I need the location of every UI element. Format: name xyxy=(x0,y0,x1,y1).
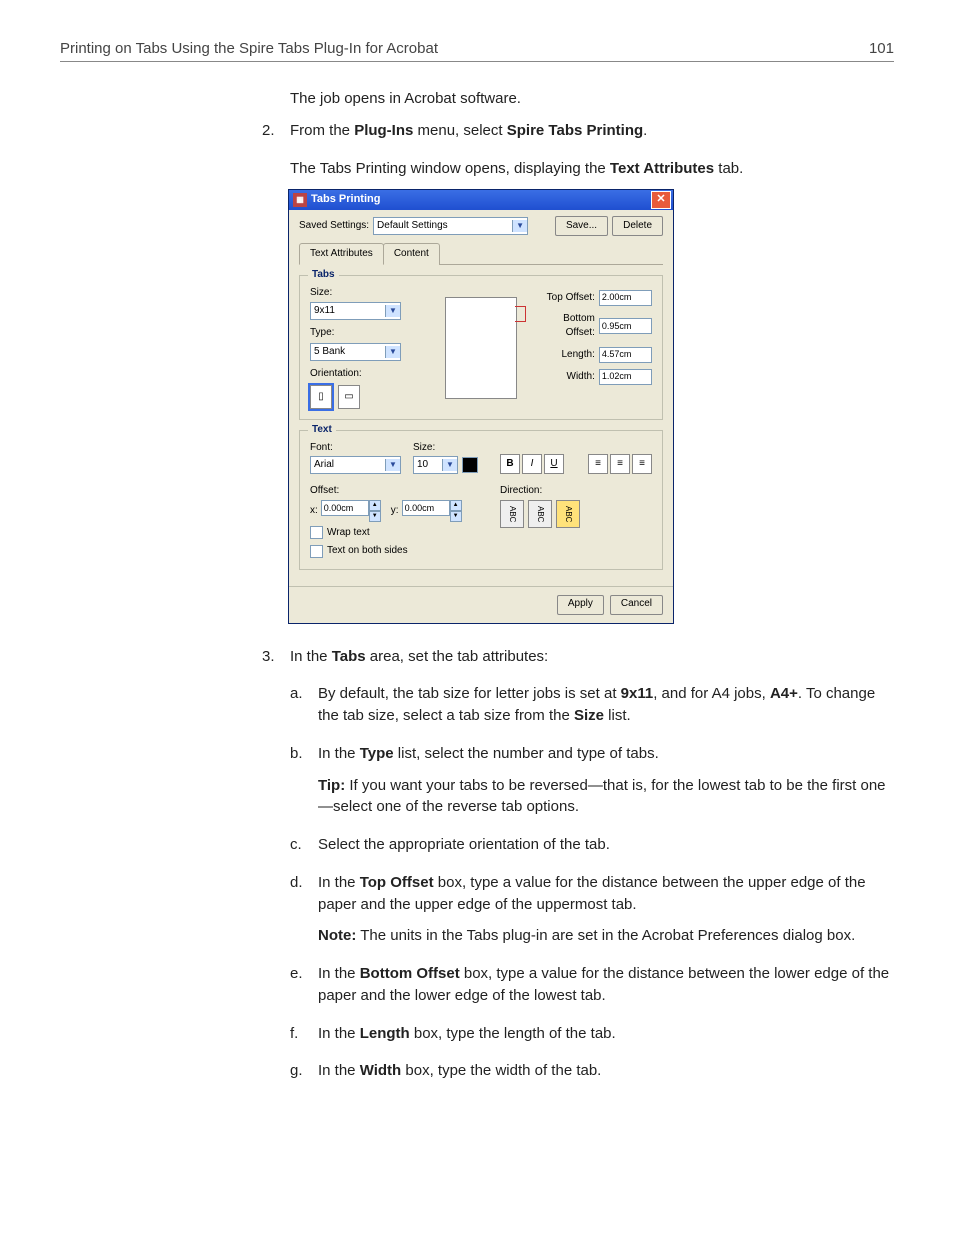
align-left-button[interactable]: ≡ xyxy=(588,454,608,474)
step-2-text: From the Plug-Ins menu, select Spire Tab… xyxy=(290,120,894,142)
step-3a-text: By default, the tab size for letter jobs… xyxy=(318,683,894,727)
length-input[interactable]: 4.57cm xyxy=(599,347,652,363)
step-3d-text: In the Top Offset box, type a value for … xyxy=(318,872,894,957)
text-both-sides-checkbox[interactable]: Text on both sides xyxy=(310,544,500,559)
chevron-down-icon: ▼ xyxy=(385,459,400,471)
spinner-down-icon[interactable]: ▼ xyxy=(369,511,381,522)
chevron-down-icon: ▼ xyxy=(385,346,400,358)
tab-content[interactable]: Content xyxy=(383,243,440,265)
top-offset-input[interactable]: 2.00cm xyxy=(599,290,652,306)
header-title: Printing on Tabs Using the Spire Tabs Pl… xyxy=(60,40,438,57)
step-3g-number: g. xyxy=(290,1060,318,1092)
close-icon[interactable]: ✕ xyxy=(651,191,671,209)
tabs-printing-dialog: ▦ Tabs Printing ✕ Saved Settings: Defaul… xyxy=(288,189,674,623)
save-button[interactable]: Save... xyxy=(555,216,608,236)
step-2-result: The Tabs Printing window opens, displayi… xyxy=(290,158,894,180)
direction-b-button[interactable]: ABC xyxy=(528,500,552,528)
page-header: Printing on Tabs Using the Spire Tabs Pl… xyxy=(60,40,894,62)
underline-button[interactable]: U xyxy=(544,454,564,474)
saved-settings-combo[interactable]: Default Settings▼ xyxy=(373,217,528,235)
size-label: Size: xyxy=(310,286,430,301)
top-offset-label: Top Offset: xyxy=(532,291,595,306)
offset-label: Offset: xyxy=(310,484,500,499)
color-swatch[interactable] xyxy=(462,457,478,473)
dialog-titlebar: ▦ Tabs Printing ✕ xyxy=(289,190,673,210)
step-3f-text: In the Length box, type the length of th… xyxy=(318,1023,894,1045)
step-3d-number: d. xyxy=(290,872,318,957)
offset-y-label: y: xyxy=(391,504,399,519)
step-3e-text: In the Bottom Offset box, type a value f… xyxy=(318,963,894,1007)
tabs-group: Tabs Size: 9x11▼ Type: 5 Bank▼ xyxy=(299,275,663,421)
offset-x-label: x: xyxy=(310,504,318,519)
orientation-label: Orientation: xyxy=(310,367,430,382)
orientation-landscape-button[interactable]: ▭ xyxy=(338,385,360,409)
tab-preview xyxy=(445,297,517,399)
font-size-combo[interactable]: 10▼ xyxy=(413,456,458,474)
chevron-down-icon: ▼ xyxy=(512,220,527,232)
step-3b-number: b. xyxy=(290,743,318,828)
offset-x-input[interactable]: 0.00cm ▲▼ xyxy=(321,500,381,521)
font-label: Font: xyxy=(310,441,401,456)
direction-label: Direction: xyxy=(500,484,580,499)
step-3a-number: a. xyxy=(290,683,318,737)
width-label: Width: xyxy=(532,370,595,385)
chevron-down-icon: ▼ xyxy=(442,459,457,471)
offset-y-input[interactable]: 0.00cm ▲▼ xyxy=(402,500,462,521)
direction-c-button[interactable]: ABC xyxy=(556,500,580,528)
align-center-button[interactable]: ≡ xyxy=(610,454,630,474)
direction-a-button[interactable]: ABC xyxy=(500,500,524,528)
step-3g-text: In the Width box, type the width of the … xyxy=(318,1060,894,1082)
align-right-button[interactable]: ≡ xyxy=(632,454,652,474)
italic-button[interactable]: I xyxy=(522,454,542,474)
bottom-offset-input[interactable]: 0.95cm xyxy=(599,318,652,334)
type-label: Type: xyxy=(310,326,430,341)
length-label: Length: xyxy=(532,348,595,363)
page-number: 101 xyxy=(869,40,894,57)
orientation-portrait-button[interactable]: ▯ xyxy=(310,385,332,409)
dialog-title: Tabs Printing xyxy=(311,192,651,208)
intro-text: The job opens in Acrobat software. xyxy=(290,88,894,110)
tab-text-attributes[interactable]: Text Attributes xyxy=(299,243,384,265)
bottom-offset-label: Bottom Offset: xyxy=(532,312,595,341)
step-3e-number: e. xyxy=(290,963,318,1017)
type-combo[interactable]: 5 Bank▼ xyxy=(310,343,401,361)
step-3-text: In the Tabs area, set the tab attributes… xyxy=(290,646,894,668)
text-legend: Text xyxy=(308,423,336,438)
spinner-down-icon[interactable]: ▼ xyxy=(450,511,462,522)
cancel-button[interactable]: Cancel xyxy=(610,595,663,615)
spinner-up-icon[interactable]: ▲ xyxy=(369,500,381,511)
chevron-down-icon: ▼ xyxy=(385,305,400,317)
text-group: Text Font: Arial▼ Size: xyxy=(299,430,663,569)
step-3b-text: In the Type list, select the number and … xyxy=(318,743,894,828)
tabs-legend: Tabs xyxy=(308,268,339,283)
step-3c-number: c. xyxy=(290,834,318,866)
apply-button[interactable]: Apply xyxy=(557,595,604,615)
font-size-label: Size: xyxy=(413,441,478,456)
step-3-number: 3. xyxy=(262,646,290,678)
app-icon: ▦ xyxy=(293,193,307,207)
step-2-number: 2. xyxy=(262,120,290,152)
delete-button[interactable]: Delete xyxy=(612,216,663,236)
font-combo[interactable]: Arial▼ xyxy=(310,456,401,474)
width-input[interactable]: 1.02cm xyxy=(599,369,652,385)
step-3c-text: Select the appropriate orientation of th… xyxy=(318,834,894,856)
saved-settings-label: Saved Settings: xyxy=(299,219,369,234)
spinner-up-icon[interactable]: ▲ xyxy=(450,500,462,511)
bold-button[interactable]: B xyxy=(500,454,520,474)
step-3f-number: f. xyxy=(290,1023,318,1055)
size-combo[interactable]: 9x11▼ xyxy=(310,302,401,320)
wrap-text-checkbox[interactable]: Wrap text xyxy=(310,526,500,541)
dialog-tabs: Text Attributes Content xyxy=(299,242,663,265)
